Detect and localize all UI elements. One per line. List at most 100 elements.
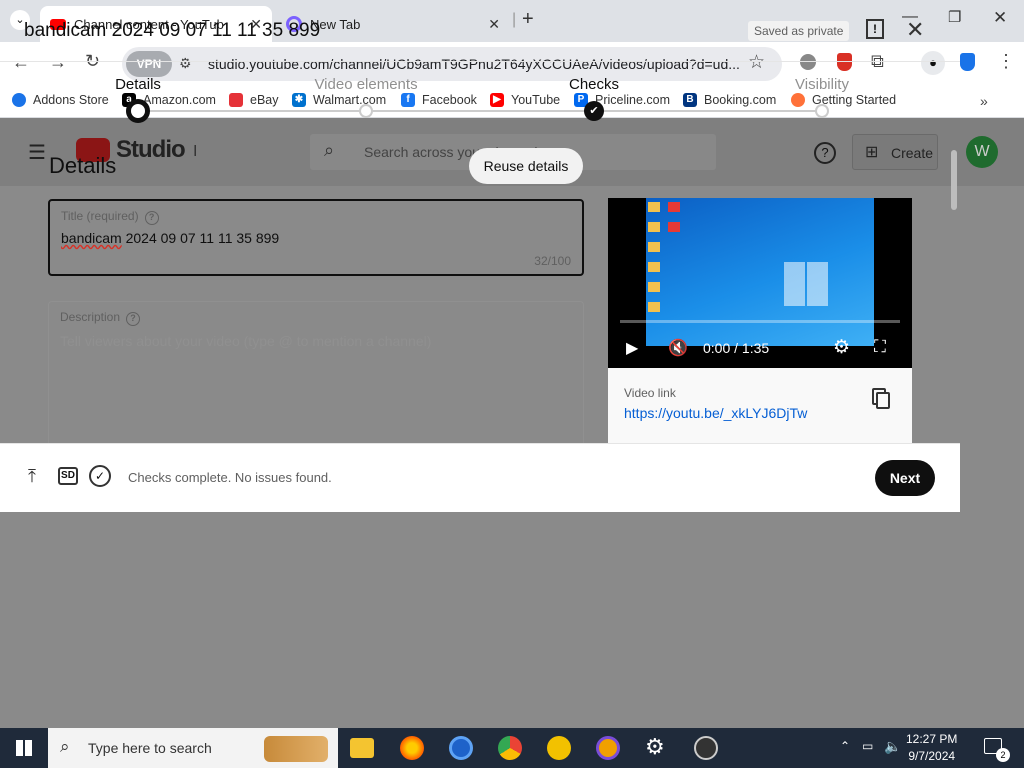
facebook-icon: f	[401, 93, 415, 107]
bookmark-getting-started[interactable]: Getting Started	[791, 93, 896, 107]
back-arrow-icon[interactable]: ←	[12, 52, 30, 73]
video-progress-bar[interactable]	[620, 320, 900, 323]
title-field[interactable]: Title (required)? bandicam 2024 09 07 11…	[48, 199, 584, 276]
next-button[interactable]: Next	[875, 460, 935, 496]
step-details-label[interactable]: Details	[115, 76, 161, 93]
desktop-icons-column	[648, 202, 660, 322]
close-window-icon[interactable]: ✕	[993, 8, 1007, 28]
details-heading: Details	[49, 153, 117, 178]
title-input-value[interactable]: bandicam 2024 09 07 11 11 35 899	[61, 230, 279, 246]
stepper-track	[138, 110, 822, 112]
step-checks-label[interactable]: Checks	[569, 76, 619, 93]
upload-arrow-icon[interactable]: ⤒	[28, 466, 36, 487]
checks-status-text: Checks complete. No issues found.	[128, 470, 332, 485]
tab-title: New Tab	[310, 16, 361, 32]
volume-muted-icon[interactable]: 🔈	[884, 738, 901, 755]
address-bar[interactable]: VPN ⚙ studio.youtube.com/channel/UCb9amT…	[122, 47, 782, 81]
notification-count-badge: 2	[996, 748, 1010, 762]
profile-icon[interactable]: ●	[921, 51, 945, 75]
description-field[interactable]: Description? Tell viewers about your vid…	[48, 301, 584, 461]
help-icon[interactable]: ?	[814, 142, 836, 164]
taskbar-clock[interactable]: 12:27 PM 9/7/2024	[906, 731, 957, 765]
chrome-icon[interactable]	[498, 736, 522, 760]
help-question-icon[interactable]: ?	[126, 312, 141, 326]
title-char-counter: 32/100	[534, 254, 571, 268]
dialog-footer: ⤒ SD ✓ Checks complete. No issues found.…	[0, 443, 960, 512]
ebay-icon	[229, 93, 243, 107]
fullscreen-icon[interactable]: ⛶	[874, 337, 886, 357]
ublock-shield-icon[interactable]	[837, 53, 852, 71]
browser-menu-icon[interactable]: ⋮	[997, 51, 1015, 72]
video-link-label: Video link	[624, 386, 676, 400]
bookmark-facebook[interactable]: f Facebook	[401, 93, 477, 107]
restore-window-icon[interactable]: ❐	[948, 8, 961, 26]
bookmark-youtube[interactable]: ▶ YouTube	[490, 93, 560, 107]
clock-date: 9/7/2024	[908, 749, 956, 763]
play-icon[interactable]: ▶	[626, 338, 638, 358]
security-shield-icon[interactable]	[960, 53, 975, 71]
more-bookmarks-chevron-icon[interactable]: »	[980, 93, 988, 109]
header-divider	[0, 61, 960, 62]
step-visibility-dot[interactable]	[815, 104, 829, 118]
file-explorer-icon[interactable]	[350, 738, 374, 758]
video-preview-player[interactable]: ▶ 🔇 0:00 / 1:35 ⚙ ⛶	[608, 198, 912, 368]
windows-start-icon[interactable]	[16, 740, 32, 756]
settings-gear-icon[interactable]: ⚙	[833, 336, 850, 359]
firefox-icon	[791, 93, 805, 107]
studio-logo-text: Studio	[116, 136, 186, 163]
settings-gear-icon[interactable]: ⚙	[645, 734, 665, 760]
video-link[interactable]: https://youtu.be/_xkLYJ6DjTw	[624, 405, 807, 421]
tab-divider: |	[512, 11, 517, 28]
extension-gear-icon[interactable]	[800, 54, 816, 70]
windows-logo-icon	[784, 262, 828, 306]
text-cursor-icon: I	[193, 143, 198, 160]
create-button[interactable]: ⊞ Create	[852, 134, 938, 170]
step-visibility-label[interactable]: Visibility	[795, 76, 849, 93]
app-yellow-icon[interactable]	[547, 736, 571, 760]
taskbar-search-placeholder: Type here to search	[88, 740, 212, 756]
new-tab-plus-icon[interactable]: +	[522, 8, 534, 31]
dialog-title: bandicam 2024 09 07 11 11 35 899	[24, 20, 321, 41]
help-question-icon[interactable]: ?	[144, 211, 159, 225]
bookmark-ebay[interactable]: eBay	[229, 93, 279, 107]
search-icon: ⌕	[324, 140, 335, 160]
reuse-details-button[interactable]: Reuse details	[469, 148, 583, 184]
site-settings-icon[interactable]: ⚙	[179, 55, 192, 72]
clock-time: 12:27 PM	[906, 732, 958, 746]
step-details-current-dot[interactable]	[126, 99, 150, 123]
step-video-elements-label[interactable]: Video elements	[314, 76, 417, 93]
app-blue-circle-icon[interactable]	[449, 736, 473, 760]
bandicam-record-icon[interactable]	[694, 736, 718, 760]
video-info-panel: Video link https://youtu.be/_xkLYJ6DjTw	[608, 368, 912, 444]
saved-status-badge: Saved as private	[748, 21, 850, 41]
avatar[interactable]: W	[966, 136, 998, 168]
bookmark-star-icon[interactable]: ☆	[748, 51, 765, 74]
bookmark-booking[interactable]: B Booking.com	[683, 93, 776, 107]
bookmark-walmart[interactable]: ✱ Walmart.com	[292, 93, 386, 107]
bookmark-addons-store[interactable]: Addons Store	[12, 93, 109, 107]
url-text[interactable]: studio.youtube.com/channel/UCb9amT9GPnu2…	[208, 56, 740, 72]
report-issue-icon[interactable]: !	[866, 19, 884, 39]
step-video-elements-dot[interactable]	[359, 104, 373, 118]
tray-chevron-icon[interactable]: ⌃	[840, 739, 850, 753]
network-icon[interactable]: ▭	[862, 739, 873, 753]
close-tab-icon[interactable]: ✕	[488, 16, 500, 33]
sd-quality-icon[interactable]: SD	[58, 467, 78, 485]
video-thumbnail-desktop	[646, 198, 874, 346]
search-icon: ⌕	[60, 737, 70, 756]
close-dialog-icon[interactable]: ✕	[906, 17, 924, 43]
taskbar-search-box[interactable]: ⌕ Type here to search	[48, 728, 338, 768]
browser-app-icon[interactable]	[596, 736, 620, 760]
checks-complete-icon[interactable]: ✓	[89, 465, 111, 487]
dialog-scrollbar[interactable]	[951, 150, 957, 210]
copy-icon[interactable]	[876, 392, 890, 409]
hamburger-menu-icon[interactable]: ☰	[28, 140, 46, 165]
forward-arrow-icon[interactable]: →	[49, 52, 67, 73]
desktop-icons-column-2	[668, 202, 680, 242]
vpn-badge[interactable]: VPN	[126, 51, 172, 77]
create-label: Create	[891, 145, 934, 161]
youtube-icon: ▶	[490, 93, 504, 107]
volume-muted-icon[interactable]: 🔇	[668, 338, 688, 358]
step-checks-done-check-icon[interactable]: ✔	[584, 101, 604, 121]
firefox-icon[interactable]	[400, 736, 424, 760]
